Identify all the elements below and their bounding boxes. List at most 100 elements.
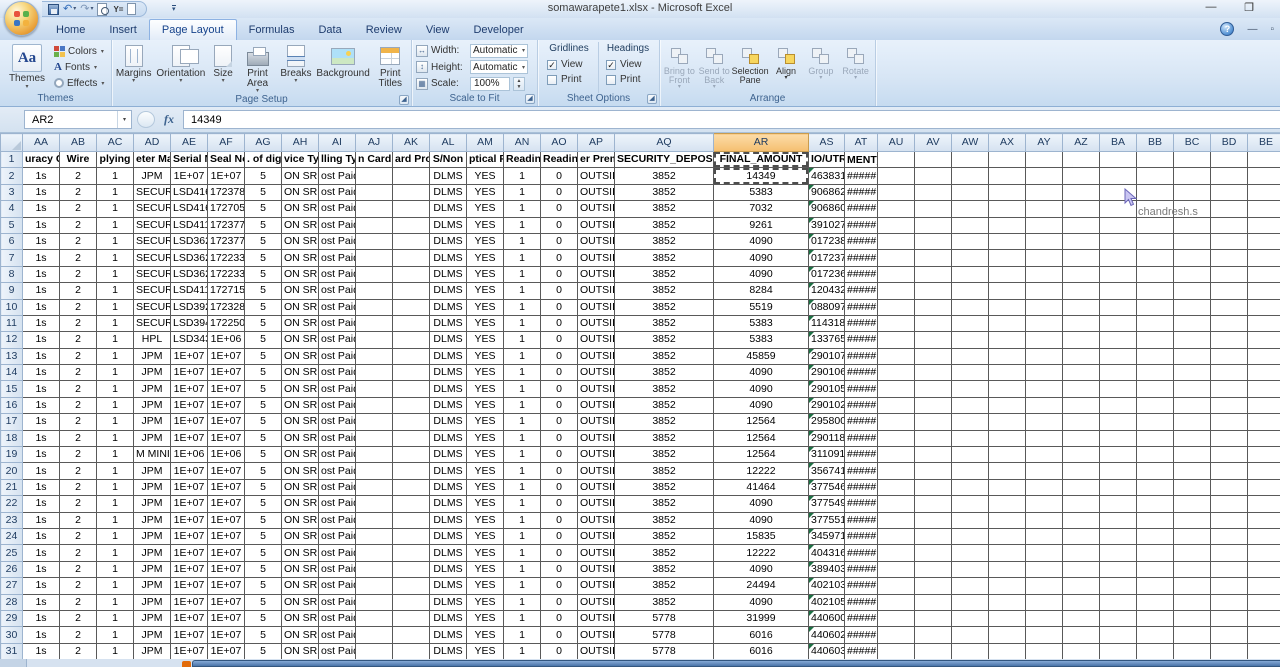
cell-BC29[interactable] (1174, 610, 1211, 626)
cell-AD22[interactable]: JPM (134, 496, 171, 512)
cell-AV21[interactable] (915, 479, 952, 495)
cell-AW10[interactable] (952, 299, 989, 315)
cell-AJ30[interactable] (356, 627, 393, 643)
cell-AW6[interactable] (952, 233, 989, 249)
cell-AS9[interactable]: 120432 (809, 283, 845, 299)
cell-AB4[interactable]: 2 (60, 201, 97, 217)
cell-AQ29[interactable]: 5778 (615, 610, 714, 626)
cell-BB10[interactable] (1137, 299, 1174, 315)
cell-AT19[interactable]: ##### (845, 447, 878, 463)
cell-AA3[interactable]: 1s (23, 184, 60, 200)
cell-AX24[interactable] (989, 528, 1026, 544)
cell-AL31[interactable]: DLMS (430, 643, 467, 659)
cell-AH1[interactable]: vice Ty (282, 152, 319, 168)
cell-AX2[interactable] (989, 168, 1026, 184)
cell-BB27[interactable] (1137, 578, 1174, 594)
cell-AZ29[interactable] (1063, 610, 1100, 626)
cell-AD8[interactable]: SECURE (134, 266, 171, 282)
cell-AF20[interactable]: 1E+07 (208, 463, 245, 479)
cell-BC18[interactable] (1174, 430, 1211, 446)
cell-AZ19[interactable] (1063, 447, 1100, 463)
row-header-23[interactable]: 23 (1, 512, 23, 528)
cell-AC9[interactable]: 1 (97, 283, 134, 299)
cell-AO18[interactable]: 0 (541, 430, 578, 446)
cell-AW13[interactable] (952, 348, 989, 364)
cell-AU30[interactable] (878, 627, 915, 643)
cell-AN31[interactable]: 1 (504, 643, 541, 659)
cell-AR28[interactable]: 4090 (714, 594, 809, 610)
cell-AQ15[interactable]: 3852 (615, 381, 714, 397)
cell-BB11[interactable] (1137, 315, 1174, 331)
cell-AA22[interactable]: 1s (23, 496, 60, 512)
cell-AL9[interactable]: DLMS (430, 283, 467, 299)
cell-AM11[interactable]: YES (467, 315, 504, 331)
cell-AV24[interactable] (915, 528, 952, 544)
cell-BA1[interactable] (1100, 152, 1137, 168)
cell-AD31[interactable]: JPM (134, 643, 171, 659)
cell-AM28[interactable]: YES (467, 594, 504, 610)
cell-AE1[interactable]: Serial N (171, 152, 208, 168)
cell-BA18[interactable] (1100, 430, 1137, 446)
height-dropdown[interactable]: Automatic ▾ (470, 60, 528, 74)
cell-AU24[interactable] (878, 528, 915, 544)
cell-AQ25[interactable]: 3852 (615, 545, 714, 561)
tab-formulas[interactable]: Formulas (237, 20, 307, 40)
cell-AJ14[interactable] (356, 365, 393, 381)
cell-AJ5[interactable] (356, 217, 393, 233)
cell-AE17[interactable]: 1E+07 (171, 414, 208, 430)
cell-AH20[interactable]: ON SRB (282, 463, 319, 479)
page-setup-dialog-launcher-icon[interactable]: ◢ (399, 95, 409, 105)
cell-AL23[interactable]: DLMS (430, 512, 467, 528)
cell-AX6[interactable] (989, 233, 1026, 249)
cell-AE30[interactable]: 1E+07 (171, 627, 208, 643)
themes-button[interactable]: Aa Themes ▾ (2, 42, 52, 93)
undo-icon[interactable]: ↶▾ (63, 4, 76, 15)
cell-AL28[interactable]: DLMS (430, 594, 467, 610)
office-button[interactable] (4, 1, 39, 36)
cell-AJ23[interactable] (356, 512, 393, 528)
cell-AB11[interactable]: 2 (60, 315, 97, 331)
cell-AI8[interactable]: ost Paid (319, 266, 356, 282)
column-header-AG[interactable]: AG (245, 134, 282, 152)
cell-BA8[interactable] (1100, 266, 1137, 282)
cell-BA31[interactable] (1100, 643, 1137, 659)
cell-AS6[interactable]: 017238 (809, 233, 845, 249)
cell-AR2[interactable]: 14349 (714, 168, 809, 184)
cell-AS13[interactable]: 290107 (809, 348, 845, 364)
breaks-button[interactable]: Breaks▾ (277, 42, 314, 94)
cell-BE8[interactable] (1248, 266, 1280, 282)
cell-AF28[interactable]: 1E+07 (208, 594, 245, 610)
cell-AX22[interactable] (989, 496, 1026, 512)
cell-AT7[interactable]: ##### (845, 250, 878, 266)
column-header-AD[interactable]: AD (134, 134, 171, 152)
cell-AV5[interactable] (915, 217, 952, 233)
cell-AF24[interactable]: 1E+07 (208, 528, 245, 544)
cell-AU4[interactable] (878, 201, 915, 217)
cell-AP19[interactable]: OUTSIDI (578, 447, 615, 463)
cell-AW21[interactable] (952, 479, 989, 495)
cell-AT4[interactable]: ##### (845, 201, 878, 217)
cell-AC4[interactable]: 1 (97, 201, 134, 217)
cell-AH22[interactable]: ON SRB (282, 496, 319, 512)
cell-AW5[interactable] (952, 217, 989, 233)
cell-AI3[interactable]: ost Paid (319, 184, 356, 200)
orientation-button[interactable]: Orientation▾ (153, 42, 208, 94)
cell-AG24[interactable]: 5 (245, 528, 282, 544)
cell-AA11[interactable]: 1s (23, 315, 60, 331)
cell-BD14[interactable] (1211, 365, 1248, 381)
cell-AV8[interactable] (915, 266, 952, 282)
cell-AO17[interactable]: 0 (541, 414, 578, 430)
cell-AK30[interactable] (393, 627, 430, 643)
cell-AV11[interactable] (915, 315, 952, 331)
cell-AE28[interactable]: 1E+07 (171, 594, 208, 610)
cell-AV16[interactable] (915, 397, 952, 413)
cell-AZ5[interactable] (1063, 217, 1100, 233)
cell-AK23[interactable] (393, 512, 430, 528)
cell-AM19[interactable]: YES (467, 447, 504, 463)
cell-AJ10[interactable] (356, 299, 393, 315)
cell-AM13[interactable]: YES (467, 348, 504, 364)
cell-AU8[interactable] (878, 266, 915, 282)
cell-BD29[interactable] (1211, 610, 1248, 626)
cell-AZ25[interactable] (1063, 545, 1100, 561)
column-header-BD[interactable]: BD (1211, 134, 1248, 152)
